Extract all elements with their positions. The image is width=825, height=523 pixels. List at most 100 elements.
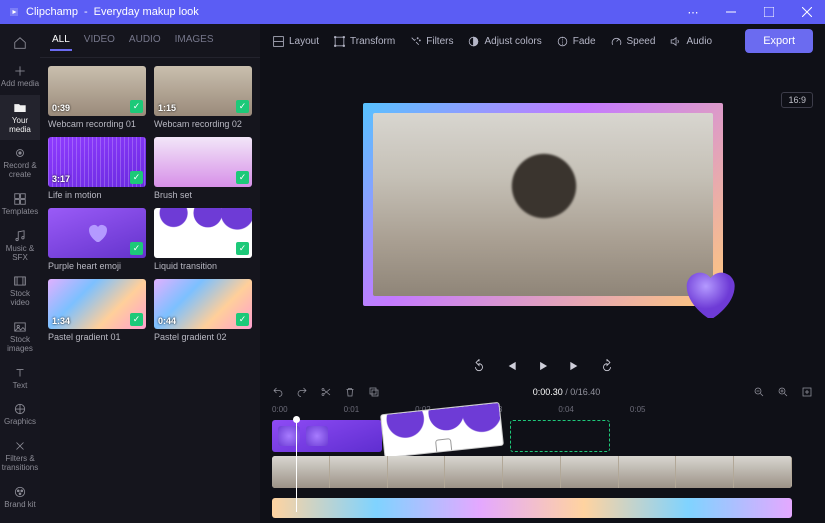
timeline-clip-gradient[interactable] xyxy=(272,498,792,518)
titlebar: Clipchamp - Everyday makup look ⋯ xyxy=(0,0,825,24)
clip-label: Pastel gradient 02 xyxy=(154,332,252,342)
track-1[interactable] xyxy=(272,420,813,452)
title-sep: - xyxy=(84,6,88,18)
time-ruler: 0:000:010:020:030:040:05 xyxy=(272,403,813,416)
rewind-5-icon[interactable] xyxy=(472,359,486,373)
document-title: Everyday makup look xyxy=(94,6,199,18)
nav-stock-video[interactable]: Stock video xyxy=(0,268,40,314)
minimize-button[interactable] xyxy=(717,2,745,22)
nav-music-sfx[interactable]: Music & SFX xyxy=(0,223,40,269)
timeline-clip-hearts[interactable] xyxy=(272,420,382,452)
nav-record-create[interactable]: Record & create xyxy=(0,140,40,186)
used-check-icon xyxy=(130,100,143,113)
layout-button[interactable]: Layout xyxy=(272,35,319,48)
next-frame-icon[interactable] xyxy=(568,359,582,373)
track-2[interactable] xyxy=(272,456,813,488)
nav-graphics[interactable]: Graphics xyxy=(0,396,40,433)
grab-cursor-icon xyxy=(435,438,453,456)
app-logo-icon xyxy=(8,6,20,18)
speed-button[interactable]: Speed xyxy=(610,35,656,48)
used-check-icon xyxy=(236,100,249,113)
clip-label: Life in motion xyxy=(48,190,146,200)
playback-controls xyxy=(260,351,825,381)
duplicate-icon[interactable] xyxy=(368,386,380,398)
media-clip[interactable]: 3:17 Life in motion xyxy=(48,137,146,200)
media-clip[interactable]: 0:39Webcam recording 01 xyxy=(48,66,146,129)
media-clip[interactable]: Liquid transition xyxy=(154,208,252,271)
media-thumbnail[interactable]: 1:34 xyxy=(48,279,146,329)
zoom-in-icon[interactable] xyxy=(777,386,789,398)
nav-your-media[interactable]: Your media xyxy=(0,95,40,141)
export-button[interactable]: Export xyxy=(745,29,813,53)
media-clip[interactable]: 1:15Webcam recording 02 xyxy=(154,66,252,129)
media-panel: ALL VIDEO AUDIO IMAGES 0:39Webcam record… xyxy=(40,24,260,523)
ruler-tick: 0:04 xyxy=(558,405,574,414)
audio-button[interactable]: Audio xyxy=(669,35,712,48)
edit-bar: 0:00.30 / 0/16.40 xyxy=(260,381,825,403)
split-icon[interactable] xyxy=(320,386,332,398)
play-icon[interactable] xyxy=(536,359,550,373)
used-check-icon xyxy=(236,313,249,326)
media-thumbnail[interactable]: 0:39 xyxy=(48,66,146,116)
preview-frame[interactable] xyxy=(363,103,723,306)
delete-icon[interactable] xyxy=(344,386,356,398)
tab-all[interactable]: ALL xyxy=(50,30,72,51)
media-thumbnail[interactable] xyxy=(48,208,146,258)
timeline[interactable]: 0:000:010:020:030:040:05 xyxy=(260,403,825,523)
media-clip[interactable]: Purple heart emoji xyxy=(48,208,146,271)
media-thumbnail[interactable]: 1:15 xyxy=(154,66,252,116)
ruler-tick: 0:00 xyxy=(272,405,288,414)
more-button[interactable]: ⋯ xyxy=(679,2,707,22)
tab-video[interactable]: VIDEO xyxy=(82,30,117,51)
zoom-fit-icon[interactable] xyxy=(801,386,813,398)
forward-5-icon[interactable] xyxy=(600,359,614,373)
nav-templates[interactable]: Templates xyxy=(0,186,40,223)
playhead[interactable] xyxy=(296,420,297,512)
tab-audio[interactable]: AUDIO xyxy=(127,30,163,51)
nav-add-media[interactable]: Add media xyxy=(0,58,40,95)
nav-stock-images[interactable]: Stock images xyxy=(0,314,40,360)
clip-duration: 1:34 xyxy=(52,316,70,326)
undo-icon[interactable] xyxy=(272,386,284,398)
fade-button[interactable]: Fade xyxy=(556,35,596,48)
adjust-colors-button[interactable]: Adjust colors xyxy=(467,35,541,48)
nav-rail: Add media Your media Record & create Tem… xyxy=(0,24,40,523)
redo-icon[interactable] xyxy=(296,386,308,398)
timeline-clip-webcam[interactable] xyxy=(272,456,792,488)
tab-images[interactable]: IMAGES xyxy=(173,30,216,51)
clip-label: Purple heart emoji xyxy=(48,261,146,271)
transform-button[interactable]: Transform xyxy=(333,35,395,48)
nav-brand-kit[interactable]: Brand kit xyxy=(0,479,40,516)
clip-label: Liquid transition xyxy=(154,261,252,271)
clip-duration: 0:44 xyxy=(158,316,176,326)
media-thumbnail[interactable]: 0:44 xyxy=(154,279,252,329)
nav-text[interactable]: Text xyxy=(0,360,40,397)
prev-frame-icon[interactable] xyxy=(504,359,518,373)
drop-target[interactable] xyxy=(510,420,610,452)
ruler-tick: 0:01 xyxy=(344,405,360,414)
heart-sticker-icon xyxy=(673,262,743,326)
track-3[interactable] xyxy=(272,492,813,512)
used-check-icon xyxy=(130,171,143,184)
media-thumbnail[interactable] xyxy=(154,137,252,187)
clip-duration: 0:39 xyxy=(52,103,70,113)
close-window-button[interactable] xyxy=(793,2,821,22)
media-thumbnail[interactable]: 3:17 xyxy=(48,137,146,187)
nav-home[interactable] xyxy=(0,30,40,58)
clip-label: Brush set xyxy=(154,190,252,200)
used-check-icon xyxy=(236,242,249,255)
maximize-button[interactable] xyxy=(755,2,783,22)
media-thumbnail[interactable] xyxy=(154,208,252,258)
media-clip[interactable]: 0:44 Pastel gradient 02 xyxy=(154,279,252,342)
clip-label: Pastel gradient 01 xyxy=(48,332,146,342)
nav-filters-transitions[interactable]: Filters & transitions xyxy=(0,433,40,479)
used-check-icon xyxy=(130,242,143,255)
timecode: 0:00.30 / 0/16.40 xyxy=(392,387,741,397)
media-clip[interactable]: Brush set xyxy=(154,137,252,200)
aspect-ratio-selector[interactable]: 16:9 xyxy=(781,92,813,108)
media-grid: 0:39Webcam recording 011:15Webcam record… xyxy=(40,58,260,350)
zoom-out-icon[interactable] xyxy=(753,386,765,398)
filters-button[interactable]: Filters xyxy=(409,35,453,48)
clip-duration: 1:15 xyxy=(158,103,176,113)
media-clip[interactable]: 1:34 Pastel gradient 01 xyxy=(48,279,146,342)
